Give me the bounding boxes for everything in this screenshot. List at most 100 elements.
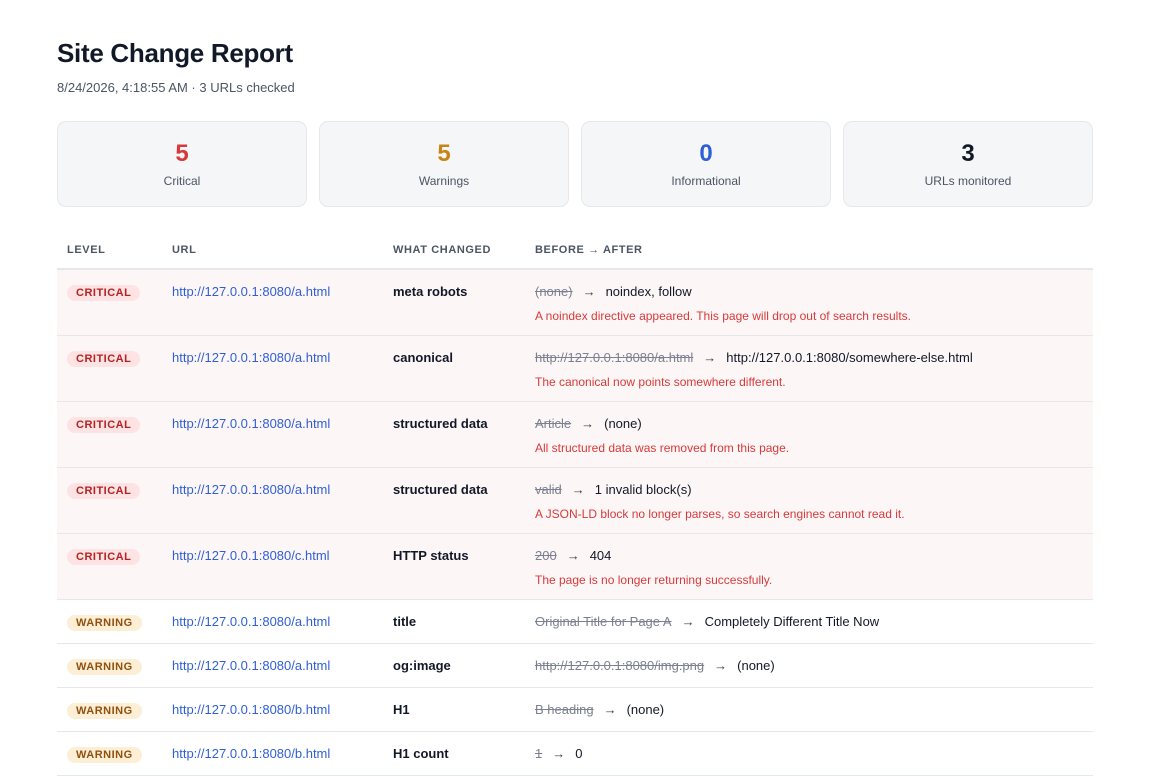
url-link[interactable]: http://127.0.0.1:8080/a.html: [172, 482, 330, 497]
after-value: (none): [626, 701, 665, 717]
level-badge: CRITICAL: [67, 416, 141, 433]
url-cell: http://127.0.0.1:8080/a.html: [162, 599, 383, 644]
before-value: B heading: [535, 701, 594, 717]
warnings-count: 5: [437, 140, 451, 167]
change-note: A JSON-LD block no longer parses, so sea…: [535, 506, 905, 521]
level-badge: CRITICAL: [67, 482, 141, 499]
summary-card-informational: 0 Informational: [581, 121, 831, 207]
url-cell: http://127.0.0.1:8080/b.html: [162, 687, 383, 732]
after-value: Completely Different Title Now: [704, 613, 880, 629]
after-value: noindex, follow: [605, 284, 692, 299]
what-changed-label: structured data: [393, 481, 488, 497]
arrow-right-icon: →: [571, 481, 585, 497]
url-cell: http://127.0.0.1:8080/a.html: [162, 269, 383, 336]
summary-cards: 5 Critical 5 Warnings 0 Informational 3 …: [57, 121, 1093, 207]
what-changed-cell: H1 count: [383, 731, 525, 776]
table-row: WARNING http://127.0.0.1:8080/b.html H1 B h…: [57, 687, 1093, 732]
column-header-what-changed: WHAT CHANGED: [383, 232, 525, 270]
before-value: valid: [535, 481, 562, 497]
url-cell: http://127.0.0.1:8080/a.html: [162, 335, 383, 402]
what-changed-label: H1: [393, 701, 410, 717]
table-body: CRITICAL http://127.0.0.1:8080/a.html meta…: [57, 269, 1093, 776]
arrow-right-icon: →: [603, 701, 617, 717]
before-value: http://127.0.0.1:8080/img.png: [535, 657, 705, 673]
before-value: http://127.0.0.1:8080/a.html: [535, 349, 694, 365]
before-after-values: http://127.0.0.1:8080/a.html → http://127.…: [535, 350, 1083, 365]
table-header-row: LEVEL URL WHAT CHANGED BEFORE → AFTER: [57, 232, 1093, 270]
informational-count: 0: [699, 140, 713, 167]
what-changed-cell: og:image: [383, 643, 525, 688]
what-changed-label: structured data: [393, 415, 488, 431]
before-value: (none): [535, 284, 573, 299]
level-cell: CRITICAL: [57, 533, 162, 600]
arrow-right-icon: →: [581, 415, 595, 431]
before-after-values: Original Title for Page A → Completely Dif…: [535, 614, 1083, 629]
before-after-cell: 1 → 0: [525, 731, 1093, 776]
arrow-right-icon: →: [582, 284, 596, 299]
what-changed-cell: title: [383, 599, 525, 644]
before-value: 1: [535, 745, 543, 761]
before-after-values: Article → (none): [535, 416, 1083, 431]
url-cell: http://127.0.0.1:8080/b.html: [162, 731, 383, 776]
urls-count: 3: [961, 140, 975, 167]
table-row: CRITICAL http://127.0.0.1:8080/a.html stru…: [57, 401, 1093, 468]
url-link[interactable]: http://127.0.0.1:8080/a.html: [172, 350, 330, 365]
before-after-cell: Article → (none) All structured data was re…: [525, 401, 1093, 468]
url-link[interactable]: http://127.0.0.1:8080/b.html: [172, 746, 330, 761]
urls-label: URLs monitored: [924, 174, 1012, 188]
url-link[interactable]: http://127.0.0.1:8080/c.html: [172, 548, 330, 563]
change-note: The canonical now points somewhere diffe…: [535, 374, 786, 389]
what-changed-cell: structured data: [383, 467, 525, 534]
column-header-before-after: BEFORE → AFTER: [525, 232, 1093, 270]
table-row: CRITICAL http://127.0.0.1:8080/c.html HTTP…: [57, 533, 1093, 600]
before-after-values: 200 → 404: [535, 548, 1083, 563]
after-value: (none): [604, 415, 642, 431]
before-after-cell: valid → 1 invalid block(s) A JSON-LD block …: [525, 467, 1093, 534]
what-changed-cell: HTTP status: [383, 533, 525, 600]
change-note: All structured data was removed from thi…: [535, 440, 790, 455]
table-row: WARNING http://127.0.0.1:8080/a.html title…: [57, 599, 1093, 644]
page-title: Site Change Report: [57, 38, 293, 68]
column-header-level: LEVEL: [57, 232, 162, 270]
before-after-values: B heading → (none): [535, 702, 1083, 717]
before-value: Original Title for Page A: [535, 613, 672, 629]
what-changed-label: og:image: [393, 657, 451, 673]
before-after-values: 1 → 0: [535, 746, 1083, 761]
arrow-right-icon: →: [552, 745, 566, 761]
before-value: 200: [535, 547, 557, 563]
level-badge: WARNING: [67, 658, 142, 675]
url-cell: http://127.0.0.1:8080/a.html: [162, 467, 383, 534]
before-after-cell: http://127.0.0.1:8080/a.html → http://127.…: [525, 335, 1093, 402]
url-link[interactable]: http://127.0.0.1:8080/b.html: [172, 702, 330, 717]
arrow-right-icon: →: [566, 547, 580, 563]
level-cell: WARNING: [57, 643, 162, 688]
level-cell: WARNING: [57, 731, 162, 776]
what-changed-label: title: [393, 613, 417, 629]
change-note: A noindex directive appeared. This page …: [535, 309, 911, 323]
url-link[interactable]: http://127.0.0.1:8080/a.html: [172, 284, 330, 299]
before-after-cell: http://127.0.0.1:8080/img.png → (none): [525, 643, 1093, 688]
url-cell: http://127.0.0.1:8080/c.html: [162, 533, 383, 600]
url-link[interactable]: http://127.0.0.1:8080/a.html: [172, 416, 330, 431]
before-after-values: valid → 1 invalid block(s): [535, 482, 1083, 497]
changes-table: LEVEL URL WHAT CHANGED BEFORE → AFTER CR…: [57, 232, 1093, 776]
critical-count: 5: [175, 140, 189, 167]
what-changed-label: H1 count: [393, 745, 449, 761]
what-changed-label: HTTP status: [393, 547, 469, 563]
level-cell: CRITICAL: [57, 401, 162, 468]
column-header-url: URL: [162, 232, 383, 270]
level-badge: WARNING: [67, 702, 142, 719]
after-value: 404: [589, 547, 612, 563]
critical-label: Critical: [163, 174, 201, 188]
before-value: Article: [535, 415, 572, 431]
arrow-right-icon: →: [703, 349, 717, 365]
table-row: CRITICAL http://127.0.0.1:8080/a.html meta…: [57, 269, 1093, 336]
what-changed-label: meta robots: [393, 284, 468, 299]
table-row: CRITICAL http://127.0.0.1:8080/a.html cano…: [57, 335, 1093, 402]
before-after-cell: (none) → noindex, follow A noindex directiv…: [525, 269, 1093, 336]
before-after-cell: Original Title for Page A → Completely Dif…: [525, 599, 1093, 644]
url-link[interactable]: http://127.0.0.1:8080/a.html: [172, 658, 330, 673]
url-link[interactable]: http://127.0.0.1:8080/a.html: [172, 614, 330, 629]
after-value: 1 invalid block(s): [594, 481, 692, 497]
after-value: http://127.0.0.1:8080/somewhere-else.htm…: [726, 349, 973, 365]
